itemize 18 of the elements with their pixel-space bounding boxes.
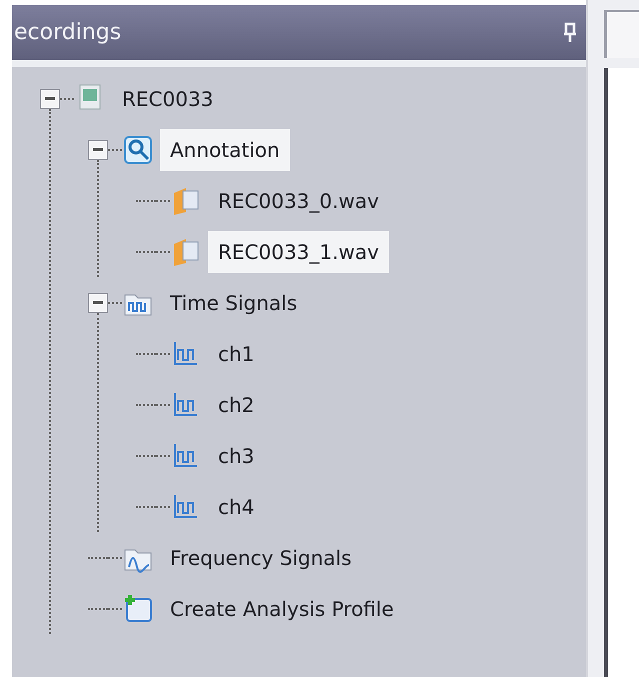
tree-item[interactable]: REC0033_1.wav — [208, 230, 389, 272]
tree-item[interactable]: REC0033 — [112, 78, 224, 120]
tree-item[interactable]: ch1 — [208, 332, 264, 374]
tree-item[interactable]: Annotation — [160, 128, 290, 170]
new-document-icon — [122, 592, 154, 624]
tree-item[interactable]: REC0033_0.wav — [208, 180, 389, 222]
collapse-toggle[interactable] — [88, 292, 108, 312]
tree-item[interactable]: Time Signals — [160, 282, 308, 324]
tree-item[interactable]: ch2 — [208, 384, 264, 426]
collapse-toggle[interactable] — [88, 140, 108, 160]
pin-icon[interactable] — [562, 22, 578, 44]
tree-item[interactable]: ch3 — [208, 434, 264, 476]
magnifier-icon — [122, 134, 154, 166]
tree-item[interactable]: Frequency Signals — [160, 536, 362, 578]
tree-item[interactable]: ch4 — [208, 486, 264, 528]
panel-title: ecordings — [14, 19, 122, 47]
tree-item[interactable]: Create Analysis Profile — [160, 588, 404, 630]
collapse-toggle[interactable] — [40, 88, 60, 108]
